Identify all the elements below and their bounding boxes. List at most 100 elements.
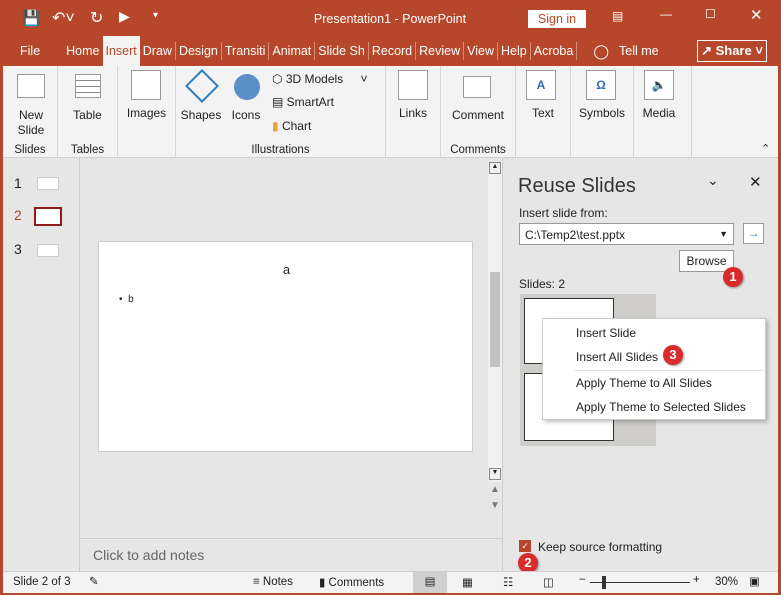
zoom-level[interactable]: 30% bbox=[715, 576, 738, 588]
images-button[interactable]: Images bbox=[118, 106, 175, 120]
slide-canvas[interactable]: a • b bbox=[98, 241, 473, 452]
slide-bullet[interactable]: • b bbox=[119, 294, 134, 305]
icons-button[interactable]: Icons bbox=[226, 108, 266, 122]
tab-transitions[interactable]: Transiti bbox=[222, 42, 270, 60]
new-slide-button[interactable]: New Slide bbox=[11, 108, 51, 138]
group-media: 🔈 Media bbox=[634, 66, 692, 158]
previous-slide-icon[interactable]: ▲ bbox=[490, 484, 500, 495]
slide-thumbnail-2[interactable] bbox=[34, 207, 62, 226]
tell-me-search[interactable]: Tell me bbox=[619, 44, 659, 58]
vertical-scrollbar[interactable]: ▲ ▼ bbox=[488, 162, 502, 482]
save-icon[interactable]: 💾 bbox=[22, 9, 41, 27]
group-slides: New Slide Slides bbox=[3, 66, 58, 158]
tab-help[interactable]: Help bbox=[498, 42, 531, 60]
slide-title[interactable]: a bbox=[99, 262, 474, 277]
customize-qat-icon[interactable]: ▾ bbox=[153, 10, 158, 21]
normal-view-button[interactable]: ▤ bbox=[413, 572, 447, 593]
maximize-button[interactable]: ☐ bbox=[705, 7, 716, 21]
tab-insert[interactable]: Insert bbox=[102, 36, 140, 66]
redo-icon[interactable]: ↻ bbox=[90, 8, 103, 28]
path-value: C:\Temp2\test.pptx bbox=[525, 228, 626, 242]
tab-review[interactable]: Review bbox=[416, 42, 465, 60]
slide-thumbnails: 1 2 3 bbox=[3, 158, 80, 571]
sign-in-button[interactable]: Sign in bbox=[528, 10, 586, 28]
slide-sorter-button[interactable]: ▦ bbox=[462, 575, 473, 589]
symbols-icon: Ω bbox=[586, 70, 616, 100]
context-menu: Insert Slide Insert All Slides Apply The… bbox=[542, 318, 766, 420]
window-title: Presentation1 - PowerPoint bbox=[313, 12, 467, 26]
tab-draw[interactable]: Draw bbox=[140, 42, 176, 60]
zoom-in-button[interactable]: + bbox=[693, 574, 700, 586]
tab-home[interactable]: Home bbox=[60, 42, 102, 60]
notes-pane[interactable]: Click to add notes bbox=[80, 538, 502, 571]
notes-button[interactable]: ≡ Notes bbox=[253, 576, 293, 588]
accessibility-icon[interactable]: ✎ bbox=[89, 574, 99, 588]
comment-icon bbox=[463, 76, 491, 98]
menu-insert-all-slides[interactable]: Insert All Slides bbox=[576, 350, 658, 364]
group-images: Images bbox=[118, 66, 176, 158]
tab-slide-show[interactable]: Slide Sh bbox=[315, 42, 369, 60]
next-slide-icon[interactable]: ▼ bbox=[490, 500, 500, 511]
tab-design[interactable]: Design bbox=[176, 42, 222, 60]
shapes-button[interactable]: Shapes bbox=[176, 108, 226, 122]
insert-from-label: Insert slide from: bbox=[519, 206, 608, 220]
zoom-slider-thumb[interactable] bbox=[602, 576, 606, 589]
tab-file[interactable]: File bbox=[0, 42, 60, 60]
present-icon[interactable]: ▶ bbox=[119, 8, 130, 25]
smartart-label: SmartArt bbox=[286, 95, 335, 109]
thumb-number: 1 bbox=[14, 175, 22, 191]
zoom-slider[interactable] bbox=[590, 576, 690, 589]
fit-to-window-icon[interactable]: ▣ bbox=[749, 574, 760, 588]
ribbon-tabs: File Home Insert Draw Design Transiti An… bbox=[0, 36, 781, 66]
chart-button[interactable]: ▮ Chart bbox=[272, 119, 311, 133]
smartart-button[interactable]: ▤ SmartArt bbox=[272, 95, 334, 109]
icons-icon bbox=[234, 74, 260, 100]
slide-thumbnail-3[interactable] bbox=[37, 244, 59, 257]
go-arrow-button[interactable]: → bbox=[743, 223, 764, 244]
tab-record[interactable]: Record bbox=[369, 42, 417, 60]
table-icon bbox=[75, 74, 101, 98]
collapse-ribbon-icon[interactable]: ⌃ bbox=[761, 142, 770, 155]
group-label: Tables bbox=[70, 144, 105, 156]
3d-models-button[interactable]: ⬡ 3D Models ˅ bbox=[272, 72, 368, 86]
menu-apply-theme-all[interactable]: Apply Theme to All Slides bbox=[576, 376, 712, 390]
keep-source-checkbox[interactable]: ✓ bbox=[519, 540, 531, 552]
step-badge-3: 3 bbox=[663, 345, 683, 365]
scroll-thumb[interactable] bbox=[490, 272, 500, 367]
symbols-button[interactable]: Symbols bbox=[571, 106, 633, 120]
slide-thumbnail-1[interactable] bbox=[37, 177, 59, 190]
scroll-down-icon[interactable]: ▼ bbox=[489, 468, 501, 480]
pane-options-icon[interactable]: ⌄ bbox=[707, 172, 719, 189]
ribbon-display-icon[interactable]: ▤ bbox=[612, 9, 623, 23]
menu-apply-theme-selected[interactable]: Apply Theme to Selected Slides bbox=[576, 400, 746, 414]
close-button[interactable]: ✕ bbox=[750, 6, 763, 24]
minimize-button[interactable]: — bbox=[660, 7, 672, 21]
images-icon bbox=[131, 70, 161, 100]
comment-button[interactable]: Comment bbox=[441, 108, 515, 122]
comments-button[interactable]: ▮ Comments bbox=[319, 575, 384, 589]
tab-animations[interactable]: Animat bbox=[269, 42, 316, 60]
pane-close-icon[interactable]: ✕ bbox=[749, 173, 762, 191]
slide-show-button[interactable]: ◫ bbox=[543, 575, 554, 589]
zoom-out-button[interactable]: − bbox=[579, 574, 586, 586]
share-button[interactable]: ↗ Share ˅ bbox=[697, 40, 767, 62]
lightbulb-icon: ◯ bbox=[593, 42, 610, 59]
media-icon: 🔈 bbox=[644, 70, 674, 100]
thumb-number: 3 bbox=[14, 241, 22, 257]
reading-view-button[interactable]: ☷ bbox=[503, 575, 513, 589]
media-button[interactable]: Media bbox=[634, 106, 684, 120]
insert-from-dropdown[interactable]: C:\Temp2\test.pptx ▼ bbox=[519, 223, 734, 245]
group-label: Slides bbox=[14, 144, 46, 156]
comments-label: Comments bbox=[328, 577, 385, 589]
menu-divider bbox=[575, 370, 763, 371]
menu-insert-slide[interactable]: Insert Slide bbox=[576, 326, 636, 340]
links-button[interactable]: Links bbox=[386, 106, 440, 120]
scroll-up-icon[interactable]: ▲ bbox=[489, 162, 501, 174]
table-button[interactable]: Table bbox=[58, 108, 117, 122]
dropdown-arrow-icon: ▼ bbox=[719, 229, 728, 239]
undo-icon[interactable]: ↶˅ bbox=[52, 8, 75, 28]
keep-source-label[interactable]: Keep source formatting bbox=[538, 540, 662, 554]
text-button[interactable]: Text bbox=[516, 106, 570, 120]
tab-view[interactable]: View bbox=[464, 42, 499, 60]
tab-acrobat[interactable]: Acroba bbox=[531, 42, 578, 60]
